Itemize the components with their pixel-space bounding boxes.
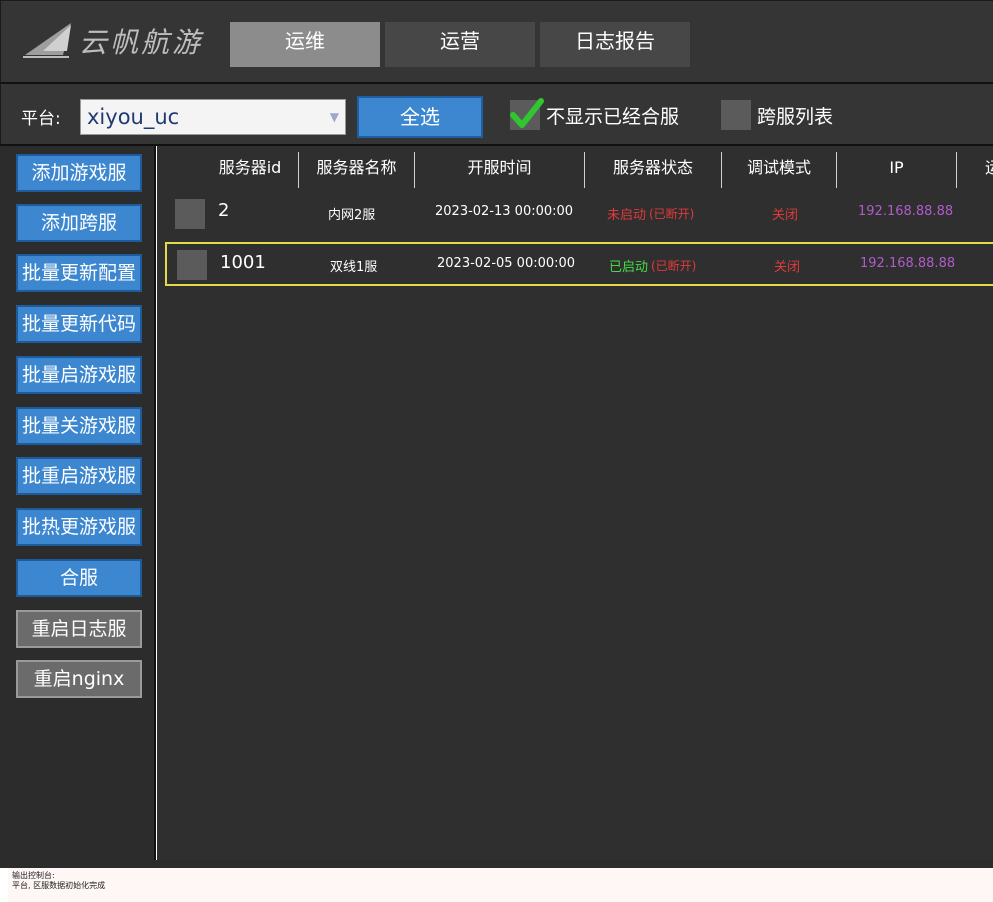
status-text: 已启动	[609, 260, 649, 275]
platform-label: 平台:	[21, 109, 61, 129]
console-title: 输出控制台:	[12, 871, 55, 880]
col-header-status: 服务器状态	[612, 158, 693, 177]
restart-log-server-button[interactable]: 重启日志服	[16, 610, 142, 648]
col-header-ip: IP	[889, 158, 904, 177]
table-row[interactable]: 2 内网2服 2023-02-13 00:00:00 未启动 (已断开) 关闭 …	[165, 190, 993, 234]
top-bar: 云帆航游 运维 运营 日志报告	[0, 0, 993, 82]
row-checkbox[interactable]	[175, 199, 205, 229]
col-header-open-time: 开服时间	[467, 158, 532, 177]
server-ip: 192.168.88.88	[858, 204, 954, 219]
server-ip: 192.168.88.88	[860, 256, 956, 271]
debug-mode: 关闭	[774, 260, 801, 275]
table-row[interactable]: 1001 双线1服 2023-02-05 00:00:00 已启动 (已断开) …	[165, 242, 993, 286]
connection-text: (已断开)	[649, 207, 695, 221]
hide-merged-label: 不显示已经合服	[546, 106, 680, 128]
tab-ops[interactable]: 运维	[230, 22, 380, 67]
server-name: 内网2服	[328, 208, 376, 223]
tab-log-report[interactable]: 日志报告	[540, 22, 690, 67]
debug-mode: 关闭	[772, 208, 799, 223]
open-time: 2023-02-05 00:00:00	[437, 256, 576, 271]
row-checkbox[interactable]	[177, 250, 207, 280]
add-cross-server-button[interactable]: 添加跨服	[16, 204, 142, 242]
console-line: 平台, 区服数据初始化完成	[12, 881, 106, 890]
restart-nginx-button[interactable]: 重启nginx	[16, 660, 142, 698]
col-header-more: 运	[957, 152, 993, 190]
sidebar: 添加游戏服 添加跨服 批量更新配置 批量更新代码 批量启游戏服 批量关游戏服 批…	[0, 146, 156, 860]
logo-text: 云帆航游	[79, 26, 204, 59]
cross-server-label: 跨服列表	[757, 106, 834, 128]
batch-update-config-button[interactable]: 批量更新配置	[16, 254, 142, 292]
checkmark-icon	[510, 98, 544, 128]
connection-text: (已断开)	[651, 259, 697, 273]
filter-bar: 平台: xiyou_uc ▼ 全选 不显示已经合服 跨服列表	[0, 82, 993, 146]
select-all-button[interactable]: 全选	[357, 96, 483, 138]
logo: 云帆航游	[23, 17, 223, 61]
server-id: 1001	[220, 252, 266, 273]
batch-hotfix-servers-button[interactable]: 批热更游戏服	[16, 508, 142, 546]
platform-value: xiyou_uc	[87, 105, 180, 129]
col-header-id: 服务器id	[218, 158, 282, 177]
hide-merged-checkbox[interactable]	[510, 98, 544, 130]
status-text: 未启动	[607, 208, 647, 223]
dropdown-arrow-icon: ▼	[329, 110, 339, 124]
col-header-debug: 调试模式	[746, 158, 811, 177]
cross-server-checkbox[interactable]	[721, 100, 751, 130]
server-id: 2	[218, 200, 230, 221]
open-time: 2023-02-13 00:00:00	[435, 204, 574, 219]
merge-servers-button[interactable]: 合服	[16, 559, 142, 597]
batch-stop-servers-button[interactable]: 批量关游戏服	[16, 407, 142, 445]
batch-restart-servers-button[interactable]: 批重启游戏服	[16, 457, 142, 495]
server-table: 服务器id 服务器名称 开服时间 服务器状态 调试模式 IP 运 2 内网2服 …	[157, 146, 993, 860]
server-name: 双线1服	[330, 260, 378, 275]
sail-logo-icon	[23, 23, 71, 58]
add-game-server-button[interactable]: 添加游戏服	[16, 154, 142, 192]
batch-update-code-button[interactable]: 批量更新代码	[16, 305, 142, 343]
console-divider	[0, 860, 993, 868]
platform-select[interactable]: xiyou_uc ▼	[80, 99, 346, 135]
output-console: 输出控制台: 平台, 区服数据初始化完成	[8, 868, 993, 902]
tab-operations[interactable]: 运营	[385, 22, 535, 67]
col-header-name: 服务器名称	[316, 158, 397, 177]
batch-start-servers-button[interactable]: 批量启游戏服	[16, 356, 142, 394]
